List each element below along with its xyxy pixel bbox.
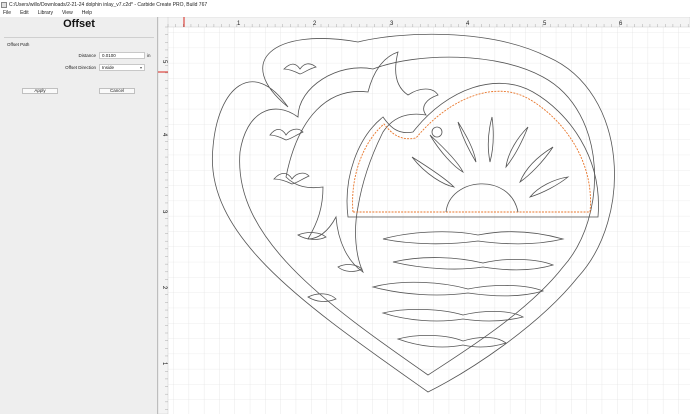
- grid: [168, 27, 690, 414]
- design-canvas[interactable]: 1 2 3 4 5 6 5 4 3 2 1: [158, 17, 690, 414]
- distance-unit: in: [147, 53, 151, 58]
- left-ruler: [158, 17, 169, 414]
- menu-bar: File Edit Library View Help: [0, 9, 690, 17]
- title-bar: C:/Users/willo/Downloads/2-21-24 dolphin…: [0, 0, 690, 9]
- handle-icon[interactable]: [431, 126, 443, 138]
- offset-direction-label: Offset Direction: [65, 65, 96, 70]
- offset-panel: Offset Offset Path Distance 0.0100 in Of…: [0, 17, 158, 414]
- cancel-button[interactable]: Cancel: [99, 88, 135, 94]
- offset-direction-select[interactable]: Inside ▾: [99, 64, 145, 71]
- app-icon: [1, 1, 7, 8]
- panel-divider: [4, 37, 154, 38]
- apply-button[interactable]: Apply: [22, 88, 58, 94]
- menu-help[interactable]: Help: [82, 10, 92, 16]
- canvas-svg: 1 2 3 4 5 6 5 4 3 2 1: [158, 17, 690, 414]
- menu-file[interactable]: File: [3, 10, 11, 16]
- window-title: C:/Users/willo/Downloads/2-21-24 dolphin…: [9, 1, 208, 8]
- distance-field[interactable]: 0.0100: [99, 52, 145, 59]
- menu-library[interactable]: Library: [38, 10, 53, 16]
- section-label-offset-path: Offset Path: [7, 42, 30, 47]
- menu-edit[interactable]: Edit: [20, 10, 29, 16]
- distance-label: Distance: [78, 53, 96, 58]
- panel-title: Offset: [63, 18, 95, 30]
- chevron-down-icon: ▾: [139, 65, 142, 70]
- offset-direction-value: Inside: [102, 65, 115, 70]
- menu-view[interactable]: View: [62, 10, 73, 16]
